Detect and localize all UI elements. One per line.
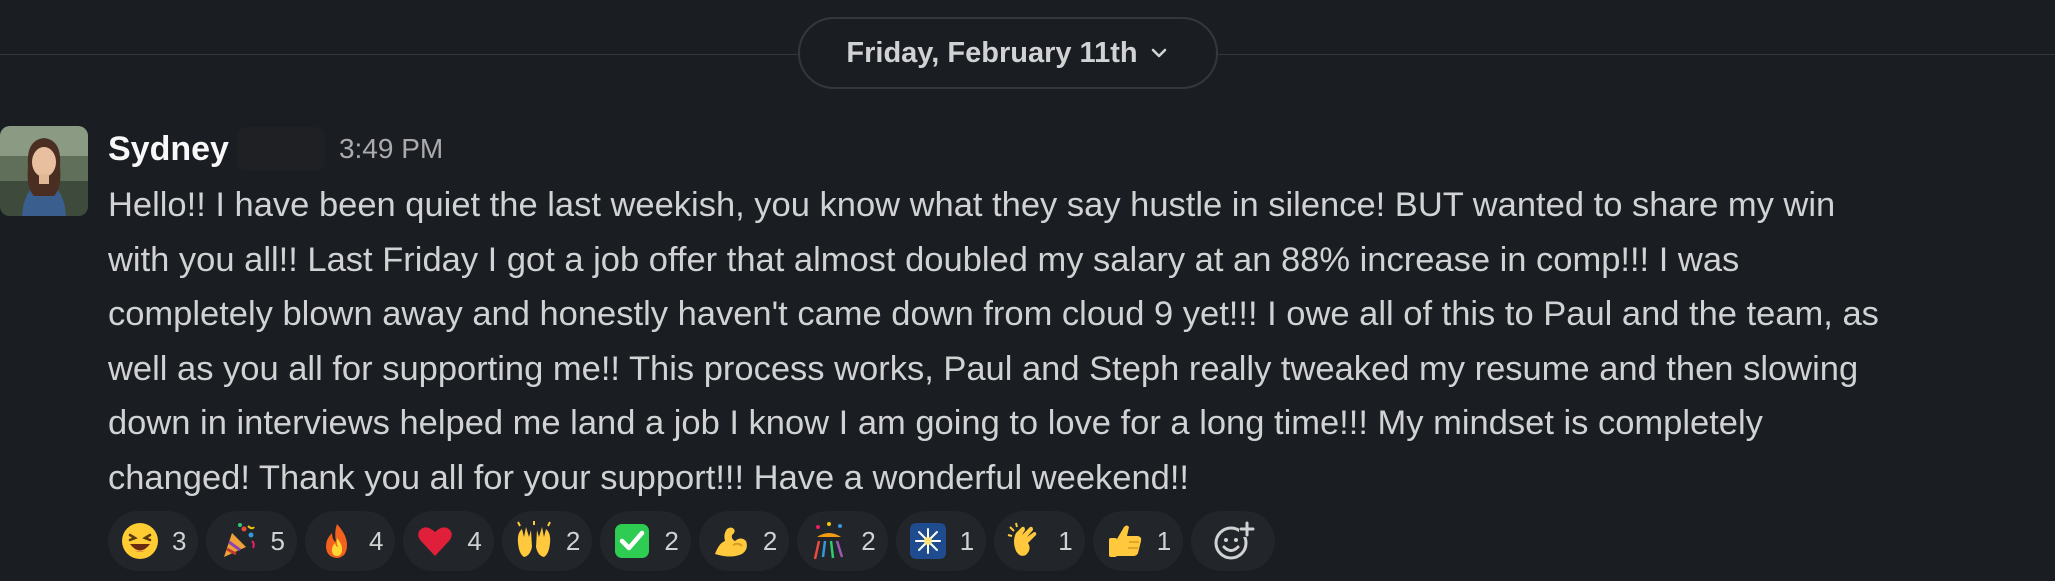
avatar[interactable]	[0, 126, 88, 216]
date-label: Friday, February 11th	[846, 36, 1138, 69]
date-divider: Friday, February 11th	[0, 0, 2055, 110]
reaction-confetti-ball[interactable]: 2	[797, 511, 888, 571]
reaction-count: 2	[861, 525, 876, 556]
reaction-thumbs-up[interactable]: 1	[1092, 511, 1184, 571]
redacted-name	[236, 127, 325, 171]
message-line: changed! Thank you all for your support!…	[108, 458, 1190, 497]
reaction-count: 3	[172, 525, 187, 556]
add-reaction-button[interactable]	[1191, 511, 1276, 571]
reaction-count: 4	[368, 525, 384, 556]
reaction-count: 1	[959, 525, 975, 556]
reaction-count: 2	[762, 525, 778, 556]
date-jump-button[interactable]: Friday, February 11th	[798, 17, 1218, 89]
add-reaction-icon	[1214, 521, 1256, 560]
reaction-heart[interactable]: 4	[403, 511, 494, 571]
message-line: down in interviews helped me land a job …	[108, 404, 1763, 442]
reaction-count: 1	[1156, 525, 1172, 556]
message-line: with you all!! Last Friday I got a job o…	[108, 240, 1740, 279]
laughing-face-icon	[122, 523, 158, 559]
reaction-raising-hands[interactable]: 2	[501, 511, 593, 571]
reaction-laughing[interactable]: 3	[108, 511, 199, 571]
reactions-bar: 3 5 4 4 2 2 2 2 1 1 1	[108, 511, 1276, 571]
reaction-count: 1	[1058, 525, 1073, 556]
reaction-count: 2	[664, 525, 679, 556]
confetti-ball-icon	[814, 522, 844, 560]
reaction-fire[interactable]: 4	[304, 511, 396, 571]
reaction-check-mark[interactable]: 2	[600, 511, 691, 571]
flexed-biceps-icon	[714, 527, 747, 557]
message-timestamp[interactable]: 3:49 PM	[339, 133, 443, 165]
raising-hands-icon	[516, 521, 551, 557]
clapping-hands-icon	[1007, 522, 1037, 556]
message-line: well as you all for supporting me!! This…	[108, 349, 1859, 388]
message-line: completely blown away and honestly haven…	[108, 295, 1879, 333]
reaction-clapping-hands[interactable]: 1	[994, 511, 1085, 571]
chevron-down-icon	[1151, 48, 1166, 58]
reaction-count: 4	[467, 525, 482, 556]
check-mark-button-icon	[615, 524, 650, 558]
party-popper-icon	[224, 523, 256, 557]
message-body: Hello!! I have been quiet the last weeki…	[108, 178, 2043, 505]
author-name[interactable]: Sydney	[108, 130, 229, 169]
reaction-count: 2	[565, 525, 581, 556]
red-heart-icon	[418, 527, 453, 556]
reaction-flexed-biceps[interactable]: 2	[698, 511, 790, 571]
message-header: Sydney 3:49 PM	[108, 126, 443, 172]
reaction-count: 5	[270, 525, 285, 556]
reaction-party-popper[interactable]: 5	[206, 511, 297, 571]
reaction-sparkler[interactable]: 1	[895, 511, 987, 571]
message-line: Hello!! I have been quiet the last weeki…	[108, 186, 1836, 224]
sparkler-icon	[909, 523, 946, 559]
fire-icon	[325, 524, 347, 558]
thumbs-up-icon	[1108, 525, 1141, 557]
